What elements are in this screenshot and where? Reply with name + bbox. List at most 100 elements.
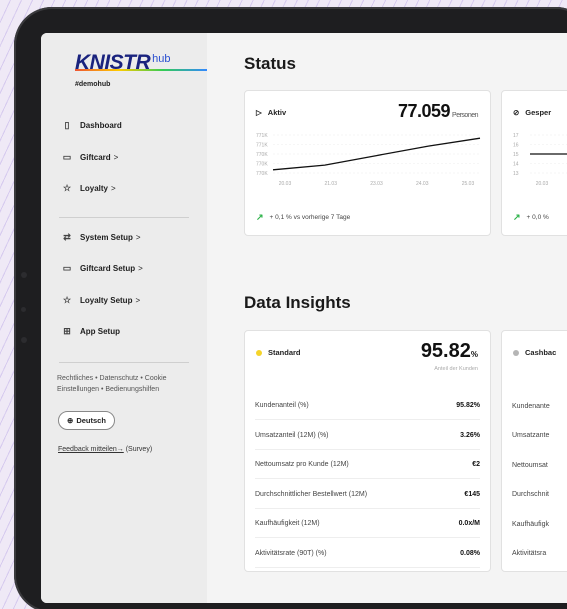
status-title: Status bbox=[244, 54, 296, 73]
y-tick-label: 17 bbox=[513, 133, 519, 139]
insights-row: Kaufhäufigk bbox=[512, 520, 549, 528]
insights-row: Kundenanteil (%) 95.82% bbox=[255, 392, 480, 420]
trend-text: + 0,0 % bbox=[526, 214, 549, 221]
globe-icon: ⊕ bbox=[67, 415, 74, 425]
feedback-suffix: (Survey) bbox=[123, 445, 153, 453]
y-tick-label: 13 bbox=[513, 171, 519, 177]
segment-label: Cashbac bbox=[525, 348, 557, 357]
language-label: Deutsch bbox=[76, 415, 106, 425]
camera-dot bbox=[21, 337, 27, 343]
chevron-right-icon: > bbox=[138, 264, 143, 274]
x-tick-label: 25.03 bbox=[462, 181, 475, 187]
segment-label: Standard bbox=[268, 348, 301, 357]
logo[interactable]: KNISTR hub bbox=[41, 51, 207, 85]
row-value: 0.08% bbox=[460, 549, 480, 557]
nav-item-dashboard[interactable]: ▯ Dashboard bbox=[41, 110, 207, 142]
row-value: 95.82% bbox=[456, 402, 480, 409]
grid-icon: ⊞ bbox=[63, 326, 71, 337]
x-tick-label: 24.03 bbox=[416, 181, 429, 187]
insights-card-header: Cashbac bbox=[513, 348, 556, 357]
status-trend: ↗ + 0,0 % bbox=[513, 212, 549, 223]
sidebar-divider bbox=[59, 361, 189, 363]
nav-label: Loyalty bbox=[80, 184, 109, 194]
card-icon: ▭ bbox=[62, 263, 72, 274]
y-tick-label: 770K bbox=[256, 152, 268, 158]
row-value: €2 bbox=[472, 461, 480, 468]
row-label: Kaufhäufigkeit (12M) bbox=[255, 520, 320, 527]
chevron-right-icon: > bbox=[111, 184, 116, 194]
feedback-link[interactable]: Feedback mitteilen→ bbox=[58, 446, 124, 453]
nav-item-app-setup[interactable]: ⊞ App Setup bbox=[41, 316, 207, 348]
nav-item-giftcard-setup[interactable]: ▭ Giftcard Setup > bbox=[41, 253, 207, 285]
row-label: Durchschnittlicher Bestellwert (12M) bbox=[255, 490, 368, 498]
chevron-right-icon: > bbox=[135, 295, 141, 305]
nav-label: Dashboard bbox=[80, 121, 122, 131]
y-tick-label: 771K bbox=[256, 143, 268, 149]
x-tick-label: 20.03 bbox=[536, 181, 549, 187]
x-tick-label: 20.03 bbox=[279, 181, 292, 187]
x-tick-label: 21.03 bbox=[324, 181, 337, 187]
sidebar-divider bbox=[59, 216, 189, 218]
segment-dot bbox=[256, 349, 262, 356]
insights-card-standard: Standard 95.82% Anteil der Kunden Kunden… bbox=[244, 330, 491, 572]
y-tick-label: 14 bbox=[513, 162, 519, 168]
main-content: Status ▷ Aktiv 77.059 Personen 771K 771K 77… bbox=[207, 33, 567, 603]
star-icon: ☆ bbox=[62, 183, 72, 194]
y-tick-label: 771K bbox=[256, 133, 268, 139]
nav-primary: ▯ Dashboard ▭ Giftcard > ☆ Loyalty > bbox=[41, 110, 207, 205]
segment-share-sub: Anteil der Kunden bbox=[434, 366, 478, 372]
percent-sign: % bbox=[470, 350, 478, 359]
series-line bbox=[272, 137, 481, 171]
feedback: Feedback mitteilen→ (Survey) bbox=[41, 446, 207, 453]
x-tick-label: 23.03 bbox=[370, 181, 383, 187]
status-line-chart: 17 16 15 14 13 20.03 bbox=[513, 133, 567, 187]
segment-share: 95.82% bbox=[421, 340, 478, 363]
legal-links[interactable]: Rechtliches • Datenschutz • Cookie Einst… bbox=[41, 373, 207, 395]
y-tick-label: 770K bbox=[256, 171, 268, 177]
insights-row: Nettoumsatz pro Kunde (12M) €2 bbox=[255, 451, 480, 479]
play-icon: ▷ bbox=[256, 108, 262, 117]
nav-label: Giftcard Setup bbox=[80, 264, 136, 274]
segment-dot bbox=[513, 349, 519, 356]
sidebar: KNISTR hub #demohub ▯ Dashboard ▭ Giftcar… bbox=[41, 33, 207, 603]
row-label: Kundenanteil (%) bbox=[255, 402, 309, 409]
nav-label: System Setup bbox=[80, 232, 133, 242]
camera-dot bbox=[21, 307, 26, 312]
y-tick-label: 770K bbox=[256, 162, 268, 168]
active-count-unit: Personen bbox=[452, 112, 478, 119]
card-icon: ▭ bbox=[62, 151, 72, 162]
status-card-header: ⊘ Gesper bbox=[513, 108, 551, 117]
status-card-label: Aktiv bbox=[267, 108, 287, 117]
nav-label: Loyalty Setup bbox=[80, 295, 133, 305]
nav-item-system-setup[interactable]: ⇄ System Setup > bbox=[41, 222, 207, 254]
row-value: €145 bbox=[464, 490, 480, 498]
language-button[interactable]: ⊕ Deutsch bbox=[58, 410, 115, 430]
chevron-right-icon: > bbox=[135, 232, 141, 242]
insights-row: Durchschnittlicher Bestellwert (12M) €145 bbox=[255, 481, 480, 509]
tablet-frame: KNISTR hub #demohub ▯ Dashboard ▭ Giftcar… bbox=[14, 7, 567, 609]
status-card-active: ▷ Aktiv 77.059 Personen 771K 771K 770K 770K 7… bbox=[244, 90, 491, 236]
nav-item-loyalty-setup[interactable]: ☆ Loyalty Setup > bbox=[41, 285, 207, 317]
y-tick-label: 15 bbox=[513, 152, 519, 158]
insights-row: Durchschnit bbox=[512, 491, 549, 498]
status-trend: ↗ + 0,1 % vs vorherige 7 Tage bbox=[256, 212, 350, 223]
chevron-right-icon: > bbox=[113, 152, 119, 162]
row-label: Nettoumsatz pro Kunde (12M) bbox=[255, 461, 349, 468]
transfer-icon: ⇄ bbox=[63, 231, 71, 242]
status-card-label: Gesper bbox=[525, 108, 552, 117]
status-card-blocked: ⊘ Gesper 17 16 15 14 13 20.03 ↗ + 0,0 % bbox=[501, 90, 567, 236]
row-value: 3.26% bbox=[460, 431, 480, 439]
nav-label: App Setup bbox=[80, 327, 120, 337]
nav-item-loyalty[interactable]: ☆ Loyalty > bbox=[41, 173, 207, 205]
nav-item-giftcard[interactable]: ▭ Giftcard > bbox=[41, 142, 207, 174]
workspace-tag: #demohub bbox=[75, 81, 111, 88]
insights-row: Umsatzanteil (12M) (%) 3.26% bbox=[255, 422, 480, 450]
trend-up-icon: ↗ bbox=[513, 212, 521, 222]
status-card-header: ▷ Aktiv bbox=[256, 108, 286, 117]
trend-text: + 0,1 % vs vorherige 7 Tage bbox=[269, 214, 351, 221]
status-line-chart: 771K 771K 770K 770K 770K 20.03 21.03 23.03 24.03… bbox=[256, 133, 481, 187]
active-count: 77.059 Personen bbox=[398, 101, 479, 122]
blocked-icon: ⊘ bbox=[513, 108, 520, 117]
insights-card-cashback: Cashbac Kundenante Umsatzante Nettoumsat Du… bbox=[501, 330, 567, 572]
insights-row: Aktivitätsra bbox=[512, 550, 547, 557]
